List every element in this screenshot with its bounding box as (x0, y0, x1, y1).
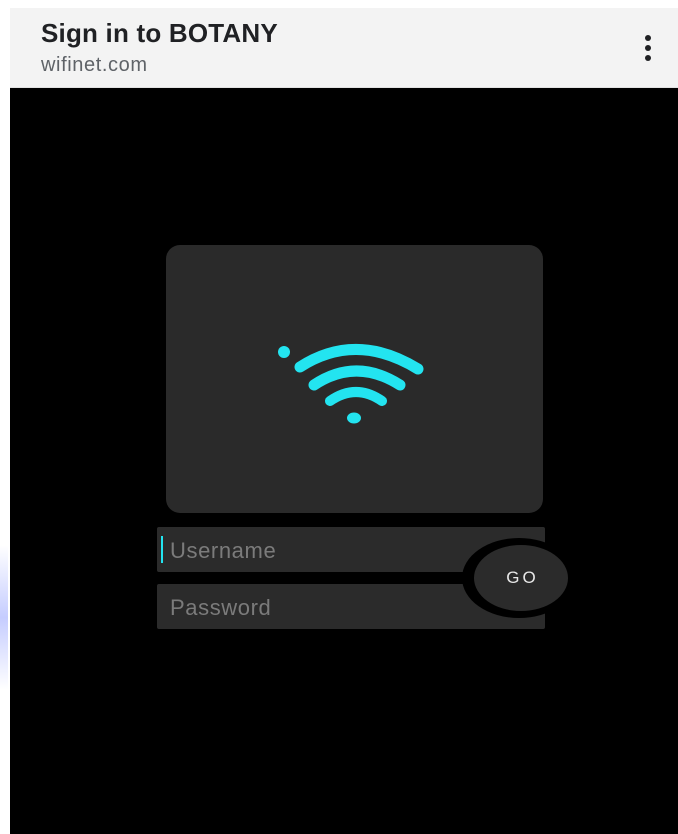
page-title: Sign in to BOTANY (41, 18, 278, 48)
captive-portal-header: Sign in to BOTANY wifinet.com (10, 8, 678, 88)
wifi-icon (278, 344, 424, 424)
page-url: wifinet.com (41, 54, 148, 76)
logo-card (166, 245, 543, 513)
text-caret (161, 536, 163, 563)
overflow-menu-button[interactable] (628, 28, 668, 68)
edge-highlight (0, 545, 8, 690)
go-button[interactable]: GO (474, 545, 568, 611)
browser-viewport: Sign in to BOTANY wifinet.com GO (10, 8, 678, 834)
